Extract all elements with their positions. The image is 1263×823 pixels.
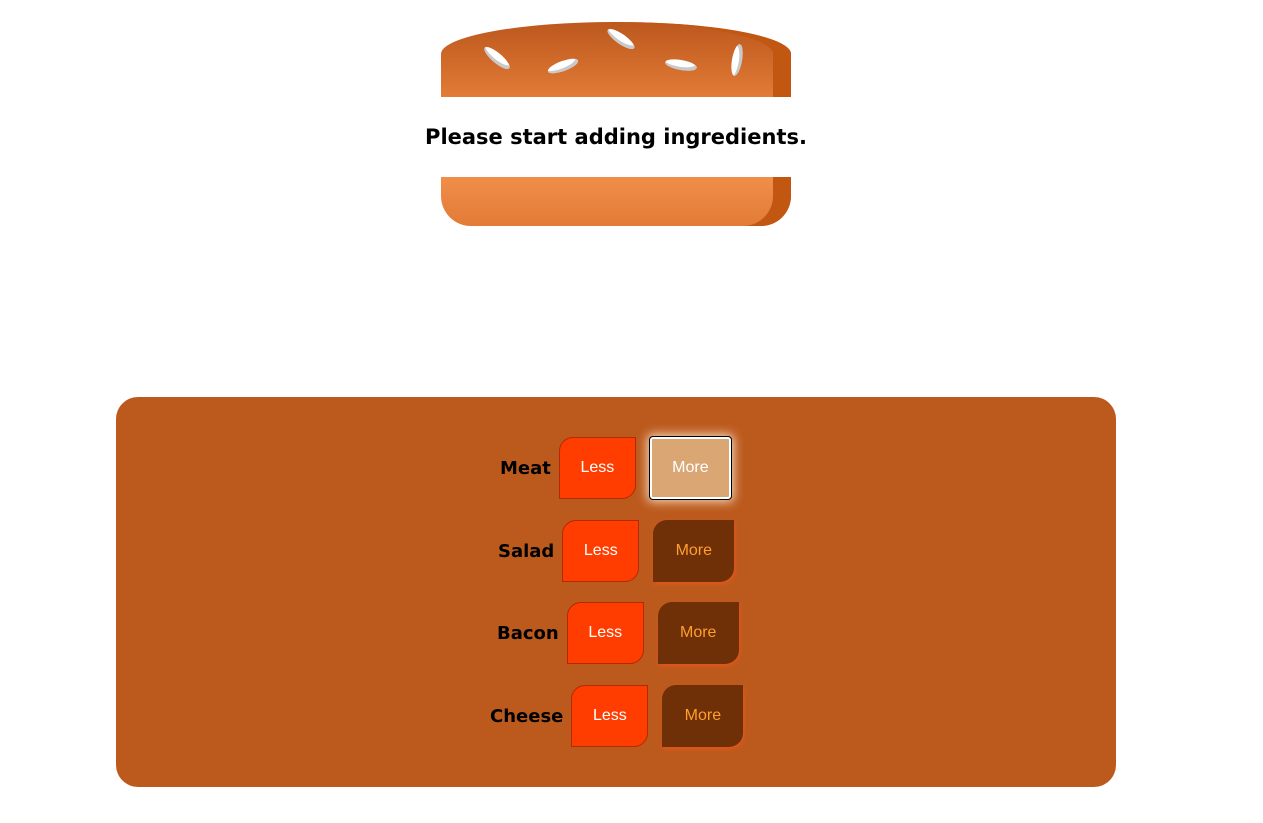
burger-preview: Please start adding ingredients.	[425, 22, 807, 226]
bread-bottom	[441, 177, 791, 226]
more-meat-button[interactable]: More	[649, 437, 731, 499]
sesame-seed	[481, 43, 513, 73]
less-cheese-button[interactable]: Less	[571, 685, 649, 747]
control-row-cheese: Cheese Less More	[490, 685, 744, 747]
empty-burger-message: Please start adding ingredients.	[425, 125, 807, 149]
bread-top	[441, 22, 791, 97]
more-cheese-button[interactable]: More	[662, 685, 744, 747]
control-row-salad: Salad Less More	[498, 520, 735, 582]
more-salad-button[interactable]: More	[653, 520, 735, 582]
ingredient-label-meat: Meat	[500, 457, 551, 479]
control-row-bacon: Bacon Less More	[497, 602, 739, 664]
less-bacon-button[interactable]: Less	[566, 602, 644, 664]
control-row-meat: Meat Less More	[500, 437, 731, 499]
ingredient-label-bacon: Bacon	[497, 622, 559, 644]
more-bacon-button[interactable]: More	[657, 602, 739, 664]
build-controls: Meat Less More Salad Less More Bacon Les…	[116, 397, 1116, 787]
ingredient-label-salad: Salad	[498, 540, 555, 562]
burger-builder-page: Please start adding ingredients. Meat Le…	[0, 0, 1263, 823]
less-salad-button[interactable]: Less	[562, 520, 640, 582]
sesame-seed	[729, 43, 745, 77]
less-meat-button[interactable]: Less	[558, 437, 636, 499]
sesame-seed	[546, 55, 580, 77]
ingredient-label-cheese: Cheese	[490, 705, 564, 727]
sesame-seed	[605, 25, 637, 53]
sesame-seed	[664, 57, 698, 73]
